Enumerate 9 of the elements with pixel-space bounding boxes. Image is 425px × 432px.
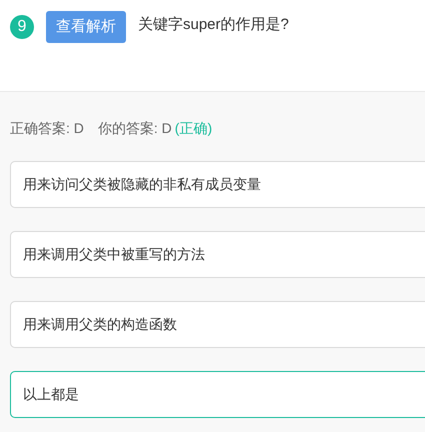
answer-option[interactable]: 用来访问父类被隐藏的非私有成员变量	[10, 161, 425, 208]
question-number-badge: 9	[10, 15, 34, 39]
correct-answer-text: 正确答案: D	[10, 119, 84, 138]
answer-option[interactable]: 以上都是	[10, 371, 425, 418]
answer-option[interactable]: 用来调用父类的构造函数	[10, 301, 425, 348]
answer-option[interactable]: 用来调用父类中被重写的方法	[10, 231, 425, 278]
verdict-text: (正确)	[174, 119, 212, 138]
your-answer-text: 你的答案: D	[98, 119, 172, 138]
question-text: 关键字super的作用是?	[138, 15, 289, 35]
